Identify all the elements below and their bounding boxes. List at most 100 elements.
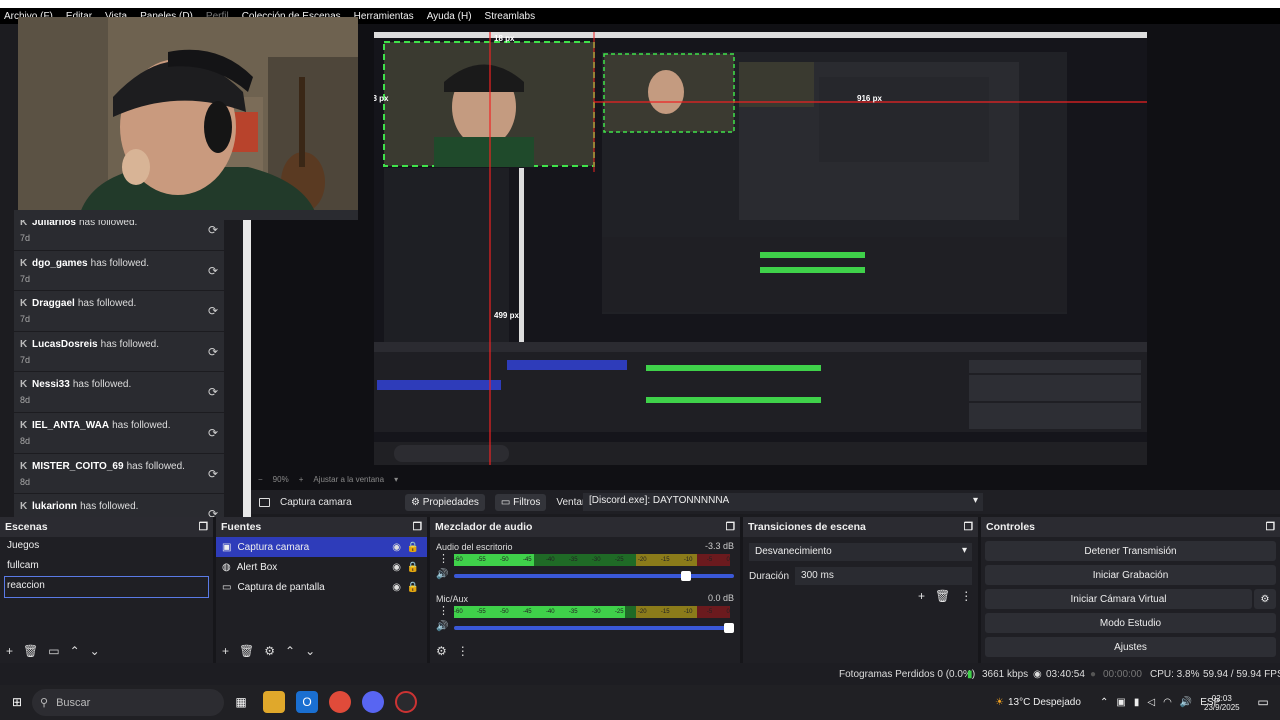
undock-icon[interactable]: ❐: [413, 521, 422, 533]
undock-icon[interactable]: ❐: [726, 521, 735, 533]
more-icon[interactable]: ⋮: [457, 644, 469, 658]
properties-button[interactable]: ⚙ Propiedades: [405, 493, 485, 511]
scene-fullcam[interactable]: fullcam: [0, 557, 213, 577]
clock[interactable]: 02:03 23/9/2025: [1204, 685, 1240, 720]
notification-icon[interactable]: ▭: [1252, 691, 1274, 713]
gear-icon[interactable]: ⚙: [264, 644, 275, 658]
obs-icon[interactable]: [395, 691, 417, 713]
volume-icon[interactable]: ◁: [1147, 697, 1155, 708]
selected-source-name: Captura camara: [280, 496, 352, 508]
scene-juegos[interactable]: Juegos: [0, 537, 213, 557]
source-alert-box[interactable]: ◍ Alert Box ◉ 🔒: [216, 557, 427, 577]
transition-type-select[interactable]: Desvanecimiento ▾: [749, 543, 972, 561]
chevron-down-icon[interactable]: ▾: [394, 475, 398, 484]
speaker-icon[interactable]: 🔊: [436, 569, 448, 580]
filters-button[interactable]: ▭ Filtros: [494, 493, 547, 511]
measure-left: 18 px: [374, 94, 389, 103]
chat-scroll-strip[interactable]: [243, 220, 251, 517]
fit-to-window[interactable]: Ajustar a la ventana: [313, 475, 384, 484]
start-virtual-camera-button[interactable]: Iniciar Cámara Virtual: [985, 589, 1252, 609]
add-icon[interactable]: +: [222, 644, 229, 658]
lock-icon[interactable]: 🔒: [407, 562, 419, 573]
discord-icon[interactable]: [362, 691, 384, 713]
add-icon[interactable]: +: [918, 589, 925, 603]
window-select[interactable]: [Discord.exe]: DAYTONNNNNA ▾: [583, 493, 983, 511]
meter-tick: -25: [614, 609, 624, 615]
eye-icon[interactable]: ◉: [392, 582, 401, 593]
follower-name: dgo_games: [32, 257, 88, 269]
zoom-out-button[interactable]: −: [258, 475, 263, 484]
trash-icon[interactable]: 🗑: [23, 644, 38, 658]
studio-mode-button[interactable]: Modo Estudio: [985, 613, 1276, 633]
gear-icon[interactable]: ⚙: [1254, 589, 1276, 609]
lock-icon[interactable]: 🔒: [407, 582, 419, 593]
volume-slider[interactable]: [454, 571, 734, 581]
chevron-down-icon[interactable]: ⌄: [305, 644, 315, 658]
eye-icon[interactable]: ◉: [392, 562, 401, 573]
chevron-up-icon[interactable]: ⌃: [1100, 697, 1108, 708]
volume-slider[interactable]: [454, 623, 734, 633]
speaker-icon[interactable]: 🔊: [1180, 697, 1192, 708]
windows-start-icon[interactable]: ⊞: [6, 691, 28, 713]
scene-reaccion[interactable]: reaccion: [4, 576, 209, 598]
stop-stream-button[interactable]: Detener Transmisión: [985, 541, 1276, 561]
zoom-in-button[interactable]: +: [299, 475, 304, 484]
follow-age: 7d: [20, 273, 31, 284]
meter-tick: -50: [499, 557, 509, 563]
source-captura-camara[interactable]: ▣ Captura camara ◉ 🔒: [216, 537, 427, 557]
outlook-icon[interactable]: O: [296, 691, 318, 713]
task-view-icon[interactable]: ▦: [230, 691, 252, 713]
sources-title: Fuentes: [221, 521, 262, 533]
wifi-icon[interactable]: ◠: [1163, 697, 1172, 708]
replay-icon[interactable]: ⟳: [208, 467, 218, 481]
gear-icon[interactable]: ⚙: [436, 644, 447, 658]
start-recording-button[interactable]: Iniciar Grabación: [985, 565, 1276, 585]
lock-icon[interactable]: 🔒: [407, 542, 419, 553]
undock-icon[interactable]: ❐: [199, 521, 208, 533]
scenes-title: Escenas: [5, 521, 48, 533]
menu-ayuda[interactable]: Ayuda (H): [427, 11, 472, 22]
replay-icon[interactable]: ⟳: [208, 223, 218, 237]
source-captura-pantalla[interactable]: ▭ Captura de pantalla ◉ 🔒: [216, 577, 427, 597]
chevron-down-icon[interactable]: ⌄: [90, 644, 100, 658]
taskbar-search[interactable]: ⚲ Buscar: [32, 689, 224, 716]
trash-icon[interactable]: 🗑: [239, 644, 254, 658]
undock-icon[interactable]: ❐: [964, 521, 973, 533]
preview-canvas[interactable]: 18 px 18 px 916 px 499 px: [374, 32, 1147, 465]
menu-streamlabs[interactable]: Streamlabs: [485, 11, 536, 22]
more-icon[interactable]: ⋮: [438, 604, 449, 617]
menu-herramientas[interactable]: Herramientas: [354, 11, 414, 22]
camera-icon[interactable]: ▣: [1116, 697, 1125, 708]
weather-widget[interactable]: ☀ 13°C Despejado: [995, 685, 1081, 720]
duration-label: Duración: [749, 570, 790, 582]
duration-input[interactable]: 300 ms: [795, 567, 972, 585]
file-explorer-icon[interactable]: [263, 691, 285, 713]
zoom-level[interactable]: 90%: [273, 475, 289, 484]
chevron-up-icon[interactable]: ⌃: [285, 644, 295, 658]
filter-icon[interactable]: ▭: [48, 644, 59, 658]
settings-button[interactable]: Ajustes: [985, 637, 1276, 657]
more-icon[interactable]: ⋮: [960, 589, 972, 603]
channel-name: Audio del escritorio: [436, 542, 513, 552]
chrome-icon[interactable]: [329, 691, 351, 713]
volume-knob[interactable]: [724, 623, 734, 633]
windows-taskbar: ⊞ ⚲ Buscar ▦ O ☀ 13°C Despejado ⌃ ▣ ▮ ◁ …: [0, 685, 1280, 720]
microphone-icon[interactable]: ▮: [1134, 697, 1140, 708]
replay-icon[interactable]: ⟳: [208, 345, 218, 359]
replay-icon[interactable]: ⟳: [208, 304, 218, 318]
volume-knob[interactable]: [681, 571, 691, 581]
record-icon: ●: [1090, 669, 1097, 680]
replay-icon[interactable]: ⟳: [208, 426, 218, 440]
undock-icon[interactable]: ❐: [1266, 521, 1275, 533]
eye-icon[interactable]: ◉: [392, 542, 401, 553]
follow-text: has followed.: [100, 338, 160, 350]
replay-icon[interactable]: ⟳: [208, 385, 218, 399]
camera-icon: ▣: [222, 541, 232, 553]
chevron-up-icon[interactable]: ⌃: [70, 644, 80, 658]
add-icon[interactable]: +: [6, 644, 13, 658]
more-icon[interactable]: ⋮: [438, 552, 449, 565]
speaker-icon[interactable]: 🔊: [436, 621, 448, 632]
measure-right: 916 px: [857, 94, 882, 103]
trash-icon[interactable]: 🗑: [935, 589, 950, 603]
replay-icon[interactable]: ⟳: [208, 264, 218, 278]
